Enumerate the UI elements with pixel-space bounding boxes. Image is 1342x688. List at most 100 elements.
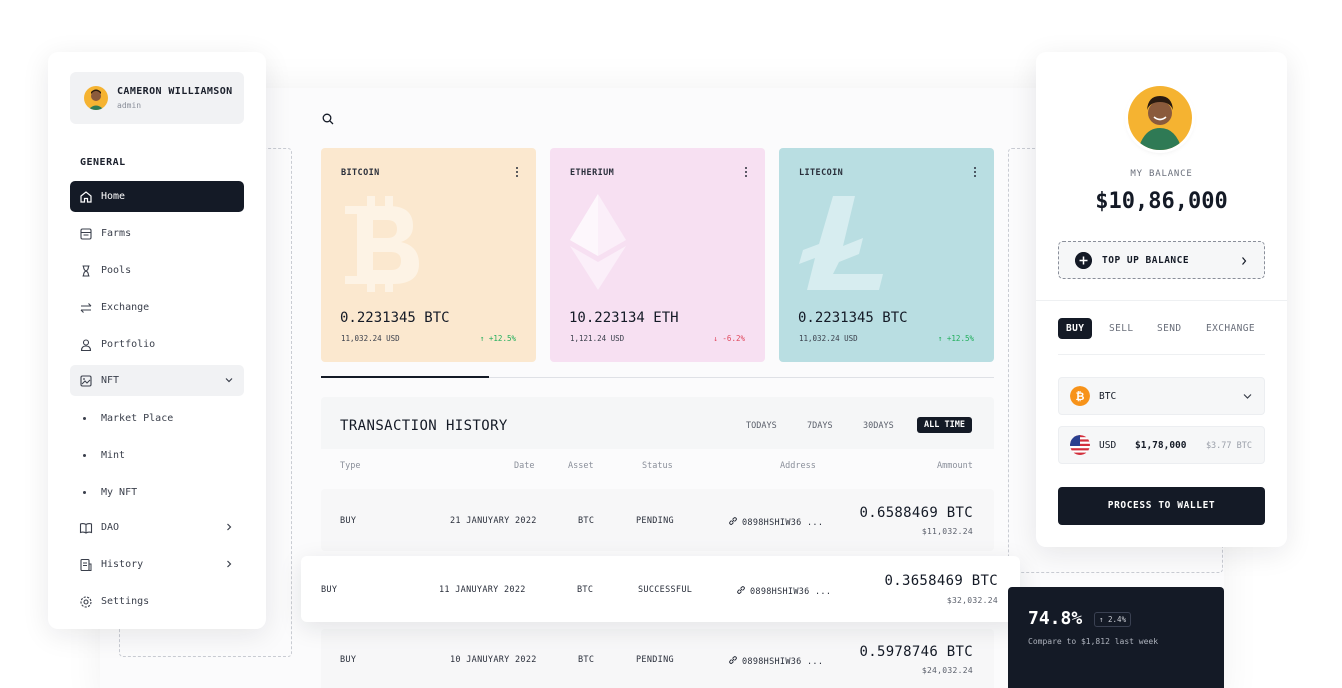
bitcoin-coin-icon: ₿ bbox=[1070, 386, 1090, 406]
coin-amount: 10.223134 ETH bbox=[569, 310, 679, 326]
coin-usd: 11,032.24 USD bbox=[799, 334, 858, 343]
tx-asset: BTC bbox=[578, 655, 595, 665]
tx-asset: BTC bbox=[578, 516, 595, 526]
coin-card-litecoin[interactable]: LITECOIN 0.2231345 BTC 11,032.24 USD ↑ +… bbox=[779, 148, 994, 362]
column-header-type: Type bbox=[340, 461, 361, 471]
coin-amount: 0.2231345 BTC bbox=[798, 310, 908, 326]
divider bbox=[1058, 354, 1265, 355]
tx-type: BUY bbox=[321, 585, 338, 595]
tx-date: 11 JANUYARY 2022 bbox=[439, 585, 526, 595]
table-row-highlighted[interactable]: BUY 11 JANUYARY 2022 BTC SUCCESSFUL 0898… bbox=[301, 556, 1020, 622]
sidebar: CAMERON WILLIAMSON admin GENERAL Home Fa… bbox=[48, 52, 266, 629]
coin-change: ↑ +12.5% bbox=[937, 334, 974, 343]
coin-name: BITCOIN bbox=[341, 168, 380, 178]
sidebar-item-settings[interactable]: Settings bbox=[70, 586, 244, 617]
coin-name: ETHERIUM bbox=[570, 168, 615, 178]
sidebar-item-nft[interactable]: NFT bbox=[70, 365, 244, 396]
user-profile[interactable]: CAMERON WILLIAMSON admin bbox=[70, 72, 244, 124]
top-up-button[interactable]: TOP UP BALANCE bbox=[1058, 241, 1265, 279]
table-row[interactable]: BUY 21 JANUYARY 2022 BTC PENDING 0898HSH… bbox=[321, 489, 994, 551]
sidebar-item-label: DAO bbox=[101, 522, 120, 533]
tx-address-text: 0898HSHIW36 ... bbox=[750, 587, 832, 597]
sidebar-subitem-label: Market Place bbox=[101, 413, 174, 424]
tx-asset: BTC bbox=[577, 585, 594, 595]
tx-type: BUY bbox=[340, 516, 357, 526]
tx-status: PENDING bbox=[636, 655, 674, 665]
filter-todays[interactable]: TODAYS bbox=[746, 421, 777, 431]
sidebar-item-label: Exchange bbox=[101, 302, 150, 313]
coin-change: ↓ -6.2% bbox=[713, 334, 745, 343]
home-icon bbox=[80, 191, 92, 203]
more-vertical-icon[interactable] bbox=[973, 166, 977, 178]
svg-text:₿: ₿ bbox=[1076, 390, 1085, 403]
history-icon bbox=[80, 558, 92, 572]
book-icon bbox=[79, 523, 93, 534]
process-to-wallet-button[interactable]: PROCESS TO WALLET bbox=[1058, 487, 1265, 525]
search-icon[interactable] bbox=[322, 113, 334, 125]
more-vertical-icon[interactable] bbox=[515, 166, 519, 178]
tx-address[interactable]: 0898HSHIW36 ... bbox=[728, 655, 823, 667]
filter-all-time[interactable]: ALL TIME bbox=[917, 417, 972, 433]
chevron-right-icon bbox=[1242, 257, 1247, 265]
sidebar-item-pools[interactable]: Pools bbox=[70, 255, 244, 286]
exchange-icon bbox=[80, 303, 92, 313]
top-up-label: TOP UP BALANCE bbox=[1102, 255, 1190, 266]
user-icon bbox=[80, 339, 92, 352]
avatar-large bbox=[1128, 86, 1192, 150]
table-row[interactable]: BUY 10 JANUYARY 2022 BTC PENDING 0898HSH… bbox=[321, 629, 994, 688]
coin-usd: 11,032.24 USD bbox=[341, 334, 400, 343]
stat-percent: 74.8% bbox=[1028, 608, 1083, 629]
bullet-dot bbox=[83, 454, 86, 457]
coin-card-bitcoin[interactable]: BITCOIN 0.2231345 BTC 11,032.24 USD ↑ +1… bbox=[321, 148, 536, 362]
sidebar-subitem-market-place[interactable]: Market Place bbox=[70, 404, 244, 432]
coin-card-etherium[interactable]: ETHERIUM 10.223134 ETH 1,121.24 USD ↓ -6… bbox=[550, 148, 765, 362]
sidebar-subitem-my-nft[interactable]: My NFT bbox=[70, 478, 244, 506]
filter-30days[interactable]: 30DAYS bbox=[863, 421, 894, 431]
chevron-down-icon bbox=[225, 378, 233, 383]
section-label-general: GENERAL bbox=[80, 157, 126, 168]
tab-sell[interactable]: SELL bbox=[1109, 323, 1133, 334]
currency-amount: $1,78,000 bbox=[1135, 440, 1187, 451]
sidebar-item-dao[interactable]: DAO bbox=[70, 512, 244, 543]
tx-address-text: 0898HSHIW36 ... bbox=[742, 518, 824, 528]
converted-amount: $3.77 BTC bbox=[1205, 441, 1252, 451]
stat-card: 74.8% ↑ 2.4% Compare to $1,812 last week bbox=[1008, 587, 1224, 688]
sidebar-item-label: Farms bbox=[101, 228, 132, 239]
sidebar-subitem-mint[interactable]: Mint bbox=[70, 441, 244, 469]
tab-buy[interactable]: BUY bbox=[1058, 318, 1093, 339]
tab-send[interactable]: SEND bbox=[1157, 323, 1181, 334]
ethereum-icon bbox=[570, 194, 626, 290]
tx-type: BUY bbox=[340, 655, 357, 665]
sidebar-item-history[interactable]: History bbox=[70, 549, 244, 580]
stat-compare: Compare to $1,812 last week bbox=[1028, 637, 1159, 646]
asset-select[interactable]: ₿ BTC bbox=[1058, 377, 1265, 415]
carousel-indicator[interactable] bbox=[321, 376, 489, 378]
sidebar-item-label: NFT bbox=[101, 375, 120, 386]
sidebar-item-home[interactable]: Home bbox=[70, 181, 244, 212]
currency-amount-field[interactable]: USD $1,78,000 $3.77 BTC bbox=[1058, 426, 1265, 464]
link-icon bbox=[729, 517, 737, 525]
gear-icon bbox=[80, 596, 92, 608]
sidebar-subitem-label: My NFT bbox=[101, 487, 138, 498]
user-role: admin bbox=[117, 101, 142, 110]
column-header-address: Address bbox=[780, 461, 816, 471]
tab-exchange[interactable]: EXCHANGE bbox=[1206, 323, 1255, 334]
sidebar-item-farms[interactable]: Farms bbox=[70, 218, 244, 249]
divider bbox=[1036, 300, 1287, 301]
more-vertical-icon[interactable] bbox=[744, 166, 748, 178]
coin-usd: 1,121.24 USD bbox=[570, 334, 625, 343]
filter-7days[interactable]: 7DAYS bbox=[807, 421, 833, 431]
tx-amount: 0.3658469 BTC bbox=[884, 573, 998, 589]
tx-address[interactable]: 0898HSHIW36 ... bbox=[736, 585, 831, 597]
currency-code: USD bbox=[1099, 440, 1117, 451]
sidebar-item-label: Settings bbox=[101, 596, 150, 607]
chevron-right-icon bbox=[227, 523, 232, 531]
litecoin-icon bbox=[799, 196, 883, 290]
tx-address[interactable]: 0898HSHIW36 ... bbox=[728, 516, 823, 528]
sidebar-item-exchange[interactable]: Exchange bbox=[70, 292, 244, 323]
column-header-amount: Ammount bbox=[937, 461, 973, 471]
sidebar-item-portfolio[interactable]: Portfolio bbox=[70, 329, 244, 360]
sidebar-item-label: Home bbox=[101, 191, 126, 202]
bullet-dot bbox=[83, 417, 86, 420]
bitcoin-icon bbox=[345, 196, 419, 292]
